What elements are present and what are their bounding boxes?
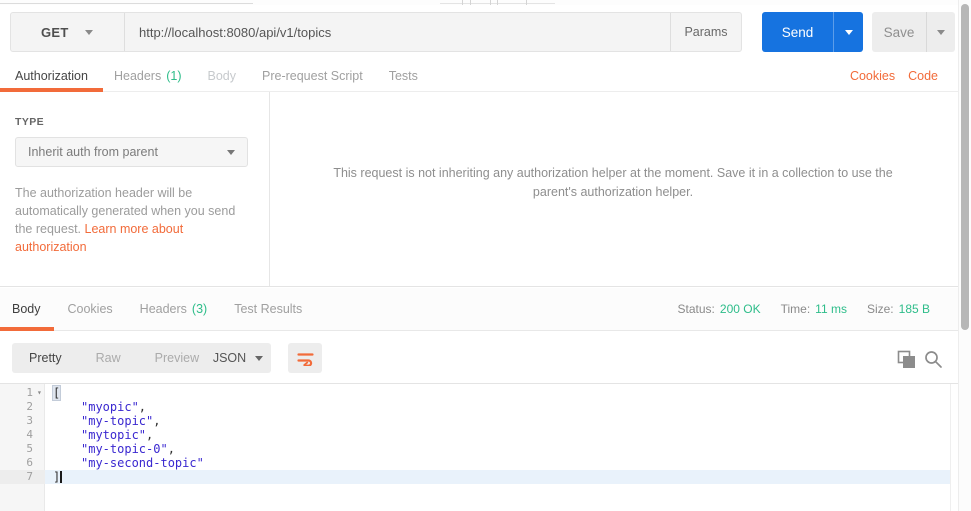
copy-icon <box>897 350 915 368</box>
chevron-down-icon <box>227 149 235 155</box>
send-button[interactable]: Send <box>762 12 833 52</box>
code-line: 5 "my-topic-0", <box>0 442 950 456</box>
auth-help-text: The authorization header will be automat… <box>15 186 236 254</box>
url-input[interactable]: http://localhost:8080/api/v1/topics <box>125 13 670 51</box>
wrap-text-button[interactable] <box>288 343 322 373</box>
code-line: 3 "my-topic", <box>0 414 950 428</box>
response-body-editor[interactable]: 1 ▾ [ 2 "myopic", 3 "my-topic", 4 "mytop… <box>0 383 958 511</box>
language-select[interactable]: JSON <box>205 343 271 373</box>
code-line-active: 7 ] <box>0 470 950 484</box>
wrap-text-icon <box>296 352 314 366</box>
response-tab-test-results[interactable]: Test Results <box>234 288 302 330</box>
tab-tests[interactable]: Tests <box>389 60 418 91</box>
response-tabs-row: Body Cookies Headers (3) Test Results St… <box>0 288 958 331</box>
line-number: 7 <box>26 470 33 483</box>
json-string: "my-topic" <box>81 414 154 428</box>
code-line: 4 "mytopic", <box>0 428 950 442</box>
status-label: Status: <box>677 302 715 316</box>
view-mode-raw[interactable]: Raw <box>79 351 138 365</box>
vertical-scrollbar[interactable] <box>958 0 971 511</box>
chevron-down-icon <box>255 355 264 361</box>
size-label: Size: <box>866 302 894 316</box>
headers-count-badge: (1) <box>166 68 182 83</box>
json-comma: , <box>146 428 154 442</box>
workspace-tabstrip <box>0 0 958 5</box>
json-string: "my-topic-0" <box>81 442 168 456</box>
chevron-down-icon <box>937 29 945 35</box>
language-value: JSON <box>212 351 247 365</box>
copy-response-button[interactable] <box>897 350 916 374</box>
response-headers-count-badge: (3) <box>191 302 208 316</box>
tabstrip-tick <box>497 0 498 5</box>
line-number: 2 <box>26 400 33 413</box>
bracket-close: ] <box>53 470 61 484</box>
response-view-toolbar: Pretty Raw Preview JSON <box>0 331 958 383</box>
line-number: 6 <box>26 456 33 469</box>
size-value: 185 B <box>898 302 930 316</box>
response-tab-body[interactable]: Body <box>0 288 54 331</box>
auth-type-select[interactable]: Inherit auth from parent <box>15 137 248 167</box>
method-label: GET <box>41 24 69 40</box>
send-button-group: Send <box>762 12 863 52</box>
auth-type-value: Inherit auth from parent <box>28 145 158 159</box>
auth-type-panel: TYPE Inherit auth from parent The author… <box>0 92 270 286</box>
tabstrip-tick <box>526 0 527 5</box>
chevron-down-icon <box>84 29 93 35</box>
code-link[interactable]: Code <box>908 69 938 83</box>
save-options-button[interactable] <box>926 12 955 52</box>
request-tabs: Authorization Headers (1) Body Pre-reque… <box>0 60 958 92</box>
auth-parent-message: This request is not inheriting any autho… <box>333 166 893 199</box>
request-bar: GET http://localhost:8080/api/v1/topics … <box>10 12 955 52</box>
editor-right-border <box>950 384 951 511</box>
send-options-button[interactable] <box>833 12 863 52</box>
bracket-open: [ <box>51 385 62 401</box>
time-value: 11 ms <box>815 302 847 316</box>
line-number: 4 <box>26 428 33 441</box>
tab-authorization[interactable]: Authorization <box>0 60 103 92</box>
params-button[interactable]: Params <box>670 13 741 51</box>
json-string: "mytopic" <box>81 428 147 442</box>
view-mode-segmented-control: Pretty Raw Preview <box>12 343 217 373</box>
tabstrip-tick <box>462 0 463 5</box>
method-select[interactable]: GET <box>11 13 125 51</box>
auth-type-label: TYPE <box>15 116 45 128</box>
tabstrip-tick <box>490 0 491 5</box>
url-group: GET http://localhost:8080/api/v1/topics … <box>10 12 742 52</box>
line-number: 1 <box>26 386 33 399</box>
tab-prerequest-script[interactable]: Pre-request Script <box>262 60 363 91</box>
cookies-link[interactable]: Cookies <box>850 69 895 83</box>
time-label: Time: <box>780 302 811 316</box>
tab-body[interactable]: Body <box>208 60 237 91</box>
scrollbar-thumb[interactable] <box>961 4 969 330</box>
json-comma: , <box>138 400 147 414</box>
response-tab-cookies[interactable]: Cookies <box>68 288 113 330</box>
tab-headers[interactable]: Headers (1) <box>114 60 182 91</box>
text-cursor <box>60 471 62 483</box>
tabstrip-tick <box>470 0 471 5</box>
fold-caret-icon[interactable]: ▾ <box>37 386 42 400</box>
view-mode-pretty[interactable]: Pretty <box>12 351 79 365</box>
response-tab-headers[interactable]: Headers (3) <box>140 288 208 330</box>
json-string: "my-second-topic" <box>81 456 204 470</box>
tabstrip-divider <box>0 3 253 4</box>
json-comma: , <box>153 414 161 428</box>
status-value: 200 OK <box>719 302 761 316</box>
code-line: 1 ▾ [ <box>0 385 950 401</box>
save-button-group: Save <box>872 12 955 52</box>
json-comma: , <box>167 442 175 456</box>
response-status-bar: Status: 200 OK Time: 11 ms Size: 185 B <box>678 288 930 330</box>
json-string: "myopic" <box>81 400 139 414</box>
authorization-panel: TYPE Inherit auth from parent The author… <box>0 92 971 287</box>
chevron-down-icon <box>844 29 853 35</box>
url-value: http://localhost:8080/api/v1/topics <box>139 24 332 40</box>
code-line: 6 "my-second-topic" <box>0 456 950 470</box>
save-button[interactable]: Save <box>872 12 926 52</box>
line-number: 5 <box>26 442 33 455</box>
line-number: 3 <box>26 414 33 427</box>
search-response-button[interactable] <box>924 350 943 374</box>
code-line: 2 "myopic", <box>0 400 950 414</box>
search-icon <box>925 351 942 368</box>
